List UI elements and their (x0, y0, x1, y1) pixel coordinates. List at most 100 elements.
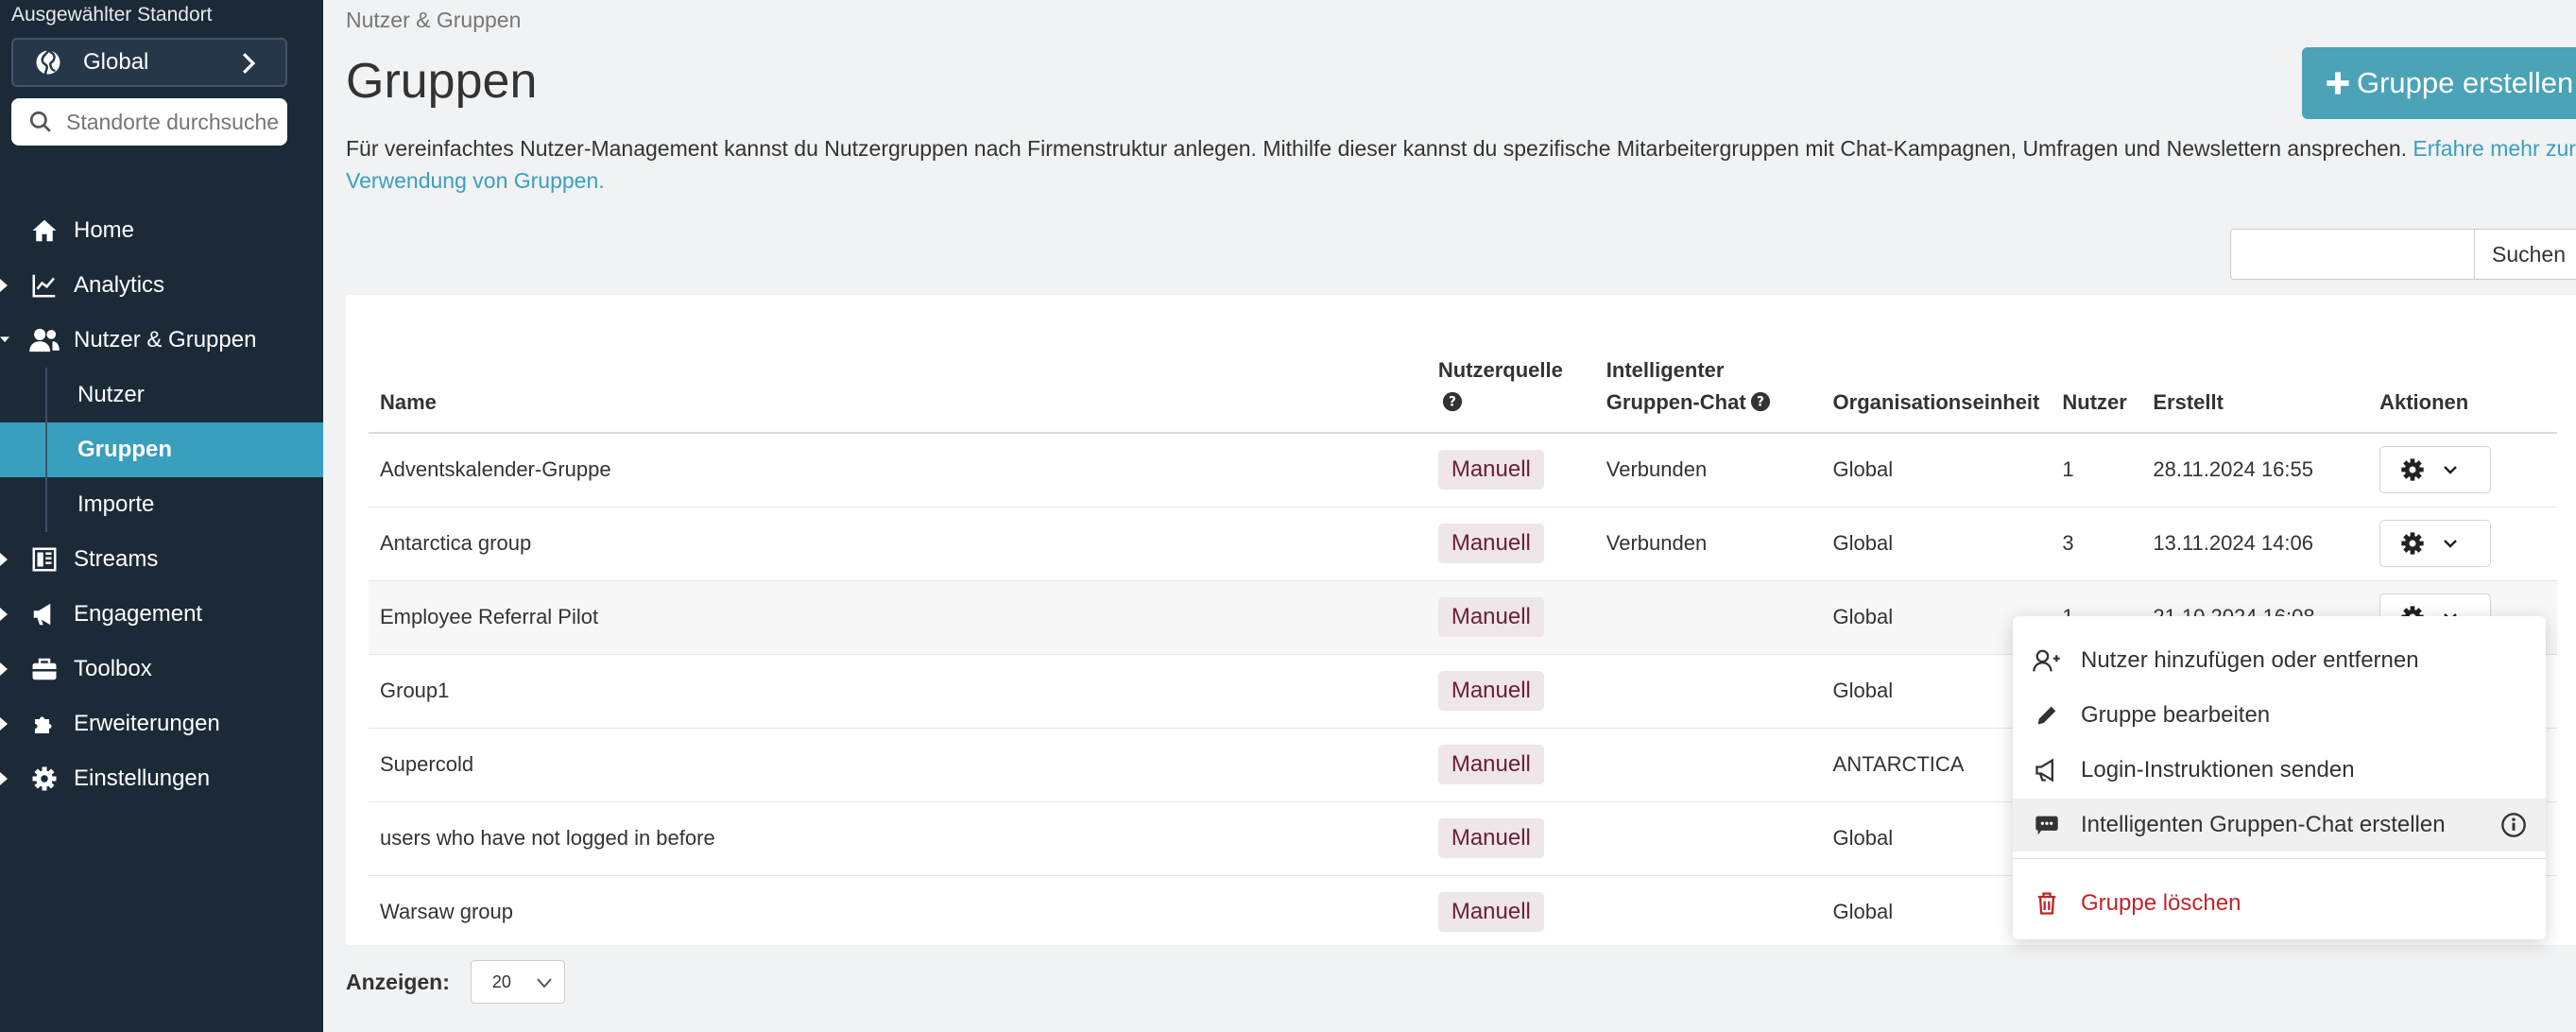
location-value: Global (83, 49, 149, 75)
cell-name[interactable]: Adventskalender-Gruppe (369, 433, 1427, 507)
nav-item-engagement[interactable]: Engagement (0, 587, 323, 642)
col-header-org[interactable]: Organisationseinheit (1821, 321, 2052, 434)
nav-subitem-users[interactable]: Nutzer (0, 368, 323, 422)
nav-item-users-groups[interactable]: Nutzer & Gruppen (0, 313, 323, 368)
streams-icon (32, 547, 57, 572)
chat-icon (2035, 816, 2058, 835)
home-icon (32, 219, 57, 242)
nav-label: Toolbox (74, 656, 152, 681)
caret-right-icon (0, 279, 8, 292)
cell-name[interactable]: Antarctica group (369, 507, 1427, 581)
cell-name[interactable]: Warsaw group (369, 875, 1427, 949)
nav-item-streams[interactable]: Streams (0, 532, 323, 587)
user-add-icon (2033, 649, 2060, 672)
col-header-name[interactable]: Name (369, 321, 1427, 434)
nav-item-extensions[interactable]: Erweiterungen (0, 697, 323, 751)
cell-source: Manuell (1426, 507, 1595, 581)
source-badge: Manuell (1437, 450, 1544, 490)
create-group-button[interactable]: Gruppe erstellen (2302, 47, 2576, 119)
menu-item-create-group-chat[interactable]: Intelligenten Gruppen-Chat erstellen (2013, 799, 2546, 851)
row-actions-menu: Nutzer hinzufügen oder entfernen Gruppe … (2013, 616, 2546, 939)
nav-label: Analytics (74, 272, 165, 298)
megaphone-icon (33, 603, 51, 626)
chevron-down-icon (2444, 540, 2457, 548)
chevron-down-icon (2444, 466, 2457, 475)
source-badge: Manuell (1437, 745, 1544, 784)
col-header-chat[interactable]: Intelligenter Gruppen-Chat? (1594, 321, 1822, 434)
menu-item-delete-group[interactable]: Gruppe löschen (2013, 877, 2546, 930)
nav-item-home[interactable]: Home (0, 203, 323, 258)
globe-icon (36, 49, 60, 76)
cell-name[interactable]: Supercold (369, 728, 1427, 802)
caret-right-icon (0, 553, 8, 566)
nav-subitem-groups[interactable]: Gruppen (0, 422, 323, 477)
users-icon (29, 328, 60, 353)
main-nav: Home Analytics Nutzer & Gruppen Nutzer G… (0, 203, 323, 806)
cell-source: Manuell (1426, 433, 1595, 507)
menu-item-edit-group[interactable]: Gruppe bearbeiten (2013, 689, 2546, 742)
menu-item-add-remove-users[interactable]: Nutzer hinzufügen oder entfernen (2013, 634, 2546, 687)
nav-label: Nutzer & Gruppen (74, 327, 257, 353)
page-size-label: Anzeigen: (346, 969, 450, 994)
caret-right-icon (0, 772, 8, 785)
source-badge: Manuell (1437, 597, 1544, 637)
svg-text:?: ? (1757, 395, 1764, 410)
menu-item-label: Gruppe bearbeiten (2081, 702, 2271, 728)
col-header-chat-line1: Intelligenter (1606, 358, 1725, 382)
cell-users: 3 (2051, 507, 2142, 581)
row-actions-button[interactable] (2379, 520, 2492, 567)
nav-tree-line (45, 368, 47, 422)
cell-chat: Verbunden (1594, 433, 1822, 507)
nav-label: Gruppen (77, 437, 172, 462)
group-search-input[interactable] (2230, 229, 2476, 280)
col-header-users[interactable]: Nutzer (2051, 321, 2142, 434)
nav-label: Importe (77, 491, 155, 517)
cell-chat (1595, 875, 1822, 949)
location-selector-button[interactable]: Global (11, 38, 287, 87)
search-button[interactable]: Suchen (2474, 229, 2576, 280)
breadcrumb[interactable]: Nutzer & Gruppen (346, 8, 521, 33)
nav-item-toolbox[interactable]: Toolbox (0, 642, 323, 697)
gear-icon (32, 766, 57, 791)
col-header-source-label: Nutzerquelle (1437, 358, 1563, 382)
location-search[interactable] (11, 98, 287, 146)
cell-name[interactable]: Employee Referral Pilot (369, 580, 1427, 655)
col-header-created[interactable]: Erstellt (2141, 321, 2369, 434)
info-icon[interactable] (2500, 812, 2527, 838)
source-badge: Manuell (1437, 892, 1544, 933)
caret-right-icon (0, 662, 8, 676)
source-badge: Manuell (1437, 524, 1544, 563)
gear-icon (2401, 458, 2424, 481)
help-circle-icon[interactable]: ? (1750, 391, 1771, 412)
table-row[interactable]: Adventskalender-Gruppe Manuell Verbunden… (369, 433, 2557, 507)
search-icon (29, 111, 51, 132)
caret-right-icon (0, 717, 8, 731)
intro-body: Für vereinfachtes Nutzer-Management kann… (346, 136, 2413, 161)
cell-source: Manuell (1426, 801, 1595, 876)
cell-source: Manuell (1426, 654, 1595, 729)
cell-name[interactable]: Group1 (369, 654, 1427, 729)
cell-chat (1594, 728, 1822, 802)
nav-subitem-imports[interactable]: Importe (0, 477, 323, 532)
help-circle-icon[interactable]: ? (1442, 391, 1463, 412)
row-actions-button[interactable] (2379, 446, 2492, 494)
nav-label: Engagement (74, 601, 203, 627)
cell-source: Manuell (1426, 728, 1595, 802)
nav-tree-line (45, 477, 47, 532)
menu-divider (2013, 858, 2546, 859)
cell-source: Manuell (1426, 580, 1595, 655)
table-row[interactable]: Antarctica group Manuell Verbunden Globa… (369, 507, 2557, 581)
cell-users: 1 (2051, 433, 2142, 507)
toolbox-icon (32, 658, 57, 680)
nav-item-analytics[interactable]: Analytics (0, 258, 323, 313)
table-header-row: Name Nutzerquelle? Intelligenter Gruppen-… (369, 321, 2557, 434)
menu-item-label: Intelligenten Gruppen-Chat erstellen (2081, 812, 2446, 837)
menu-item-send-login-instructions[interactable]: Login-Instruktionen senden (2013, 744, 2546, 797)
nav-item-settings[interactable]: Einstellungen (0, 751, 323, 806)
page-size-select[interactable]: 20 (470, 960, 565, 1004)
cell-name[interactable]: users who have not logged in before (369, 801, 1427, 876)
col-header-source[interactable]: Nutzerquelle? (1426, 321, 1595, 434)
location-search-input[interactable] (66, 109, 280, 135)
cell-actions (2368, 507, 2557, 581)
menu-item-label: Nutzer hinzufügen oder entfernen (2081, 647, 2419, 673)
